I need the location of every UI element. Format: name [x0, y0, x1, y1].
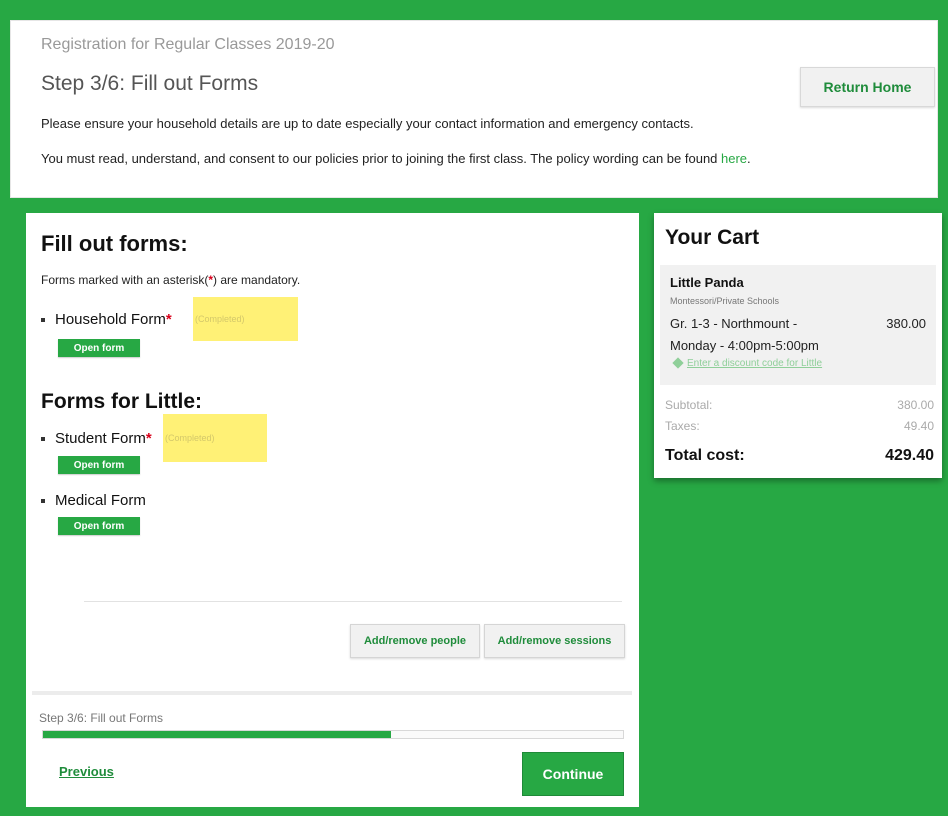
taxes-label: Taxes: — [665, 419, 700, 433]
policy-link[interactable]: here — [721, 151, 747, 166]
household-form-item: Household Form* — [41, 311, 172, 328]
forms-heading: Fill out forms: — [41, 231, 188, 256]
required-asterisk-icon: * — [145, 430, 152, 447]
bullet-icon — [41, 318, 45, 323]
breadcrumb: Registration for Regular Classes 2019-20 — [41, 36, 335, 53]
household-completed-status: (Completed) — [193, 297, 298, 341]
total-label: Total cost: — [665, 447, 745, 464]
header-panel: Registration for Regular Classes 2019-20… — [10, 20, 938, 198]
previous-link[interactable]: Previous — [59, 764, 114, 779]
mandatory-note: Forms marked with an asterisk(*) are man… — [41, 273, 300, 287]
progress-bar — [42, 730, 624, 739]
required-asterisk-icon: * — [165, 311, 172, 328]
medical-form-label: Medical Form — [55, 492, 146, 509]
add-remove-sessions-button[interactable]: Add/remove sessions — [484, 624, 625, 658]
add-remove-people-button[interactable]: Add/remove people — [350, 624, 480, 658]
policy-text-prefix: You must read, understand, and consent t… — [41, 151, 722, 166]
open-student-form-button[interactable]: Open form — [58, 456, 140, 474]
student-form-item: Student Form* — [41, 430, 152, 447]
cart-title: Your Cart — [665, 226, 760, 249]
open-medical-form-button[interactable]: Open form — [58, 517, 140, 535]
subtotal-label: Subtotal: — [665, 398, 713, 412]
cart-item: Little Panda Montessori/Private Schools … — [660, 265, 936, 385]
total-row: Total cost: 429.40 — [665, 447, 934, 465]
cart-organization: Montessori/Private Schools — [670, 296, 780, 306]
household-form-label: Household Form — [55, 311, 166, 328]
open-household-form-button[interactable]: Open form — [58, 339, 140, 357]
cart-class-line-1: Gr. 1-3 - Northmount - — [670, 316, 798, 331]
cart-class-line-2: Monday - 4:00pm-5:00pm — [670, 338, 819, 353]
student-completed-status: (Completed) — [163, 414, 267, 462]
bullet-icon — [41, 499, 45, 504]
subtotal-value: 380.00 — [897, 398, 934, 412]
divider — [84, 601, 622, 602]
cart-panel: Your Cart Little Panda Montessori/Privat… — [654, 213, 942, 478]
taxes-value: 49.40 — [903, 419, 934, 433]
mandatory-note-suffix: ) are mandatory. — [213, 273, 301, 287]
taxes-row: Taxes: 49.40 — [665, 419, 934, 433]
discount-code-link[interactable]: Enter a discount code for Little — [672, 357, 822, 370]
tag-icon — [672, 357, 684, 370]
cart-item-price: 380.00 — [886, 316, 926, 331]
student-form-label: Student Form — [55, 430, 146, 447]
progress-label: Step 3/6: Fill out Forms — [39, 711, 164, 725]
mandatory-note-prefix: Forms marked with an asterisk( — [41, 273, 209, 287]
cart-student-name: Little Panda — [670, 275, 744, 290]
return-home-button[interactable]: Return Home — [800, 67, 935, 107]
policy-info-text: You must read, understand, and consent t… — [41, 151, 751, 166]
continue-button[interactable]: Continue — [522, 752, 624, 796]
student-forms-heading: Forms for Little: — [41, 390, 202, 413]
total-value: 429.40 — [885, 447, 934, 464]
subtotal-row: Subtotal: 380.00 — [665, 398, 934, 412]
divider — [32, 691, 632, 695]
medical-form-item: Medical Form — [41, 492, 146, 509]
policy-text-suffix: . — [747, 151, 751, 166]
forms-panel: Fill out forms: Forms marked with an ast… — [26, 213, 639, 807]
household-info-text: Please ensure your household details are… — [41, 116, 694, 131]
bullet-icon — [41, 437, 45, 442]
discount-code-label[interactable]: Enter a discount code for Little — [687, 358, 822, 369]
step-title: Step 3/6: Fill out Forms — [41, 72, 259, 95]
cart-class-details: Gr. 1-3 - Northmount - Monday - 4:00pm-5… — [670, 313, 830, 357]
progress-bar-fill — [43, 731, 391, 738]
